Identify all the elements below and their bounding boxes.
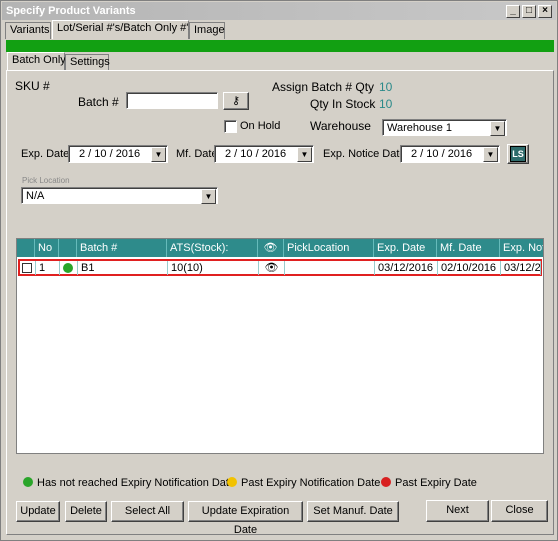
tab-settings[interactable]: Settings xyxy=(65,54,110,71)
row-pick-location xyxy=(285,261,375,275)
qty-in-stock-value: 10 xyxy=(379,97,393,111)
select-all-button[interactable]: Select All xyxy=(111,501,184,522)
key-icon: ⚷ xyxy=(231,95,241,107)
mf-date-label: Mf. Date xyxy=(176,148,218,160)
green-check-icon xyxy=(63,263,73,273)
exp-notice-date-label: Exp. Notice Date xyxy=(323,148,406,160)
header-status xyxy=(59,239,77,257)
green-check-icon xyxy=(23,477,33,487)
eye-icon: 👁 xyxy=(264,262,279,274)
ls-button[interactable]: LS xyxy=(507,144,529,164)
header-no[interactable]: No xyxy=(35,239,59,257)
tab-variants[interactable]: Variants xyxy=(5,22,51,39)
batch-input[interactable] xyxy=(126,92,218,109)
pick-location-label: Pick Location xyxy=(22,176,70,185)
batch-label: Batch # xyxy=(78,95,119,109)
update-button[interactable]: Update xyxy=(16,501,60,522)
exp-notice-date-value: 2 / 10 / 2016 xyxy=(411,148,473,160)
chevron-down-icon[interactable]: ▼ xyxy=(490,121,505,136)
calendar-dropdown-icon[interactable]: ▼ xyxy=(297,147,312,162)
chevron-down-icon[interactable]: ▼ xyxy=(201,189,216,204)
legend-yellow: Past Expiry Notification Date xyxy=(227,477,380,489)
legend-red-text: Past Expiry Date xyxy=(395,477,477,489)
row-ats: 10(10) xyxy=(168,261,259,275)
row-status xyxy=(60,261,78,275)
warehouse-label: Warehouse xyxy=(310,119,371,133)
title-bar: Specify Product Variants _ □ × xyxy=(2,2,556,20)
exp-date-label: Exp. Date xyxy=(21,148,70,160)
pick-location-select[interactable]: N/A ▼ xyxy=(21,187,218,204)
assign-batch-qty-label: Assign Batch # Qty xyxy=(272,80,375,94)
window-title: Specify Product Variants xyxy=(6,5,136,17)
delete-button[interactable]: Delete xyxy=(65,501,107,522)
minimize-button[interactable]: _ xyxy=(506,5,520,18)
legend-yellow-text: Past Expiry Notification Date xyxy=(241,477,381,489)
red-minus-icon xyxy=(381,477,391,487)
yellow-clock-icon xyxy=(227,477,237,487)
close-window-button[interactable]: × xyxy=(538,5,552,18)
on-hold-checkbox[interactable] xyxy=(224,120,237,133)
calendar-dropdown-icon[interactable]: ▼ xyxy=(483,147,498,162)
status-bar xyxy=(6,40,554,52)
row-checkbox[interactable] xyxy=(22,263,32,273)
legend-green-text: Has not reached Expiry Notification Date xyxy=(37,477,236,489)
row-exp-notice: 03/12/2 xyxy=(501,261,541,275)
product-variants-window: Specify Product Variants _ □ × Variants … xyxy=(0,0,558,541)
calendar-dropdown-icon[interactable]: ▼ xyxy=(151,147,166,162)
legend-green: Has not reached Expiry Notification Date xyxy=(23,477,235,489)
mf-date-value: 2 / 10 / 2016 xyxy=(225,148,287,160)
tab-lot-serial-batch[interactable]: Lot/Serial #'s/Batch Only #'s xyxy=(52,20,194,39)
header-exp-date[interactable]: Exp. Date xyxy=(374,239,437,257)
header-mf-date[interactable]: Mf. Date xyxy=(437,239,500,257)
row-mf-date: 02/10/2016 xyxy=(438,261,501,275)
row-select-cell[interactable] xyxy=(20,261,36,275)
mf-date-picker[interactable]: 2 / 10 / 2016 ▼ xyxy=(214,145,314,163)
grid-header: No Batch # ATS(Stock): 👁 PickLocation Ex… xyxy=(17,239,543,257)
header-exp-notice[interactable]: Exp. Noti xyxy=(500,239,543,257)
on-hold-label: On Hold xyxy=(240,120,281,132)
sku-label: SKU # xyxy=(15,79,50,93)
header-batch[interactable]: Batch # xyxy=(77,239,167,257)
row-batch: B1 xyxy=(78,261,168,275)
header-pick-location[interactable]: PickLocation xyxy=(284,239,374,257)
exp-date-picker[interactable]: 2 / 10 / 2016 ▼ xyxy=(68,145,168,163)
warehouse-value: Warehouse 1 xyxy=(387,122,453,134)
warehouse-select[interactable]: Warehouse 1 ▼ xyxy=(382,119,507,136)
close-button[interactable]: Close xyxy=(491,500,548,522)
exp-notice-date-picker[interactable]: 2 / 10 / 2016 ▼ xyxy=(400,145,500,163)
header-view[interactable]: 👁 xyxy=(258,239,284,257)
qty-in-stock-label: Qty In Stock xyxy=(310,97,376,111)
update-expiration-date-button[interactable]: Update Expiration Date xyxy=(188,501,303,536)
pick-location-value: N/A xyxy=(26,190,45,202)
exp-date-value: 2 / 10 / 2016 xyxy=(79,148,141,160)
set-manuf-date-button[interactable]: Set Manuf. Date xyxy=(307,501,399,522)
row-view[interactable]: 👁 xyxy=(259,261,285,275)
table-row[interactable]: 1 B1 10(10) 👁 03/12/2016 02/10/2016 03/1… xyxy=(18,259,542,276)
tab-image[interactable]: Image xyxy=(189,22,225,39)
maximize-button[interactable]: □ xyxy=(522,5,536,18)
row-exp-date: 03/12/2016 xyxy=(375,261,438,275)
next-button[interactable]: Next xyxy=(426,500,489,522)
header-ats-stock[interactable]: ATS(Stock): xyxy=(167,239,258,257)
batch-grid: No Batch # ATS(Stock): 👁 PickLocation Ex… xyxy=(16,238,544,454)
search-batch-button[interactable]: ⚷ xyxy=(223,92,249,110)
ls-icon: LS xyxy=(510,146,526,162)
row-no: 1 xyxy=(36,261,60,275)
header-select xyxy=(17,239,35,257)
tab-batch-only[interactable]: Batch Only xyxy=(7,52,66,71)
eye-icon: 👁 xyxy=(263,242,278,254)
assign-batch-qty-value: 10 xyxy=(379,80,393,94)
legend-red: Past Expiry Date xyxy=(381,477,477,489)
